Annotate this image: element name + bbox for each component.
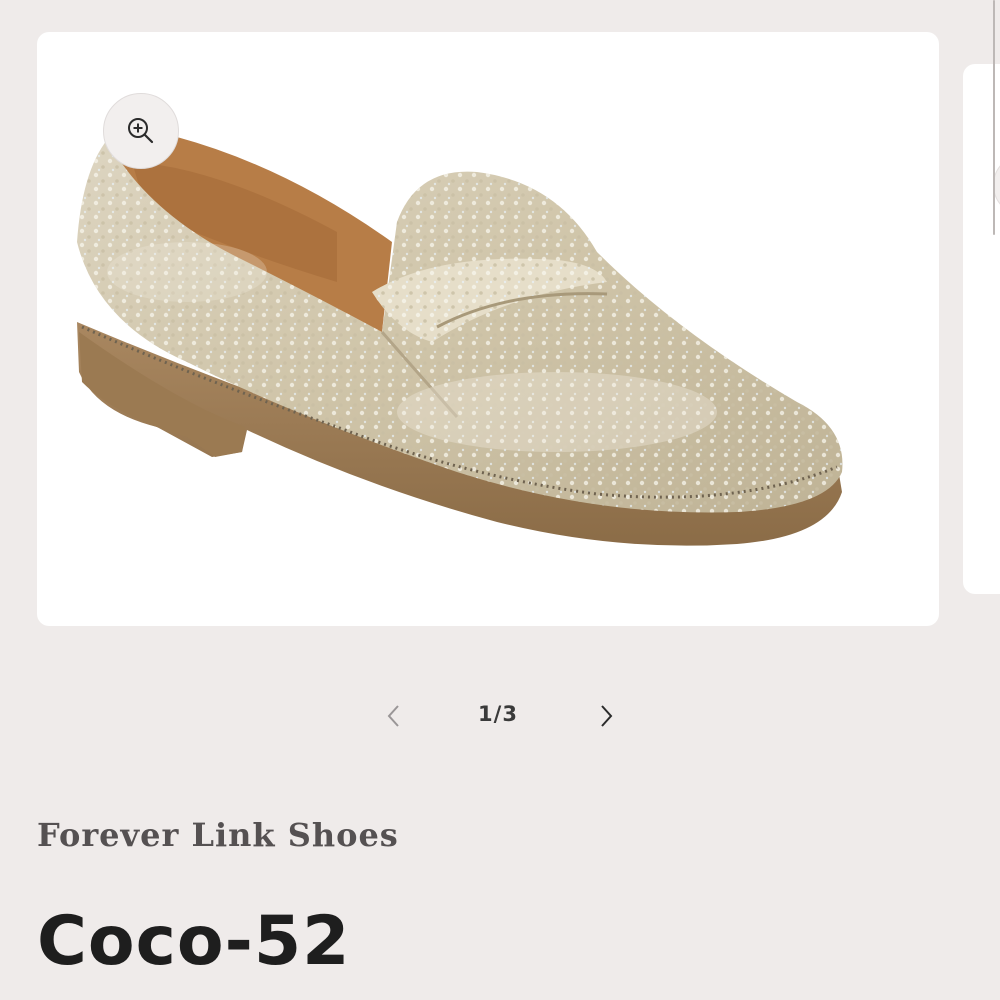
product-title: Coco-52: [37, 902, 351, 981]
gallery-pager: 1/3: [0, 690, 1000, 740]
slide-counter: 1/3: [478, 702, 518, 726]
scrollbar-thumb[interactable]: [993, 0, 995, 235]
chevron-left-icon: [387, 705, 399, 727]
product-vendor[interactable]: Forever Link Shoes: [37, 816, 399, 854]
page-scrollbar[interactable]: [990, 0, 998, 235]
product-page: 1/3 Forever Link Shoes Coco-52: [0, 0, 1000, 1000]
product-media-card[interactable]: [37, 32, 939, 626]
zoom-button[interactable]: [103, 93, 179, 169]
chevron-right-icon: [601, 705, 613, 727]
zoom-in-icon: [128, 118, 154, 144]
next-slide-button[interactable]: [590, 698, 622, 734]
prev-slide-button[interactable]: [378, 698, 410, 734]
